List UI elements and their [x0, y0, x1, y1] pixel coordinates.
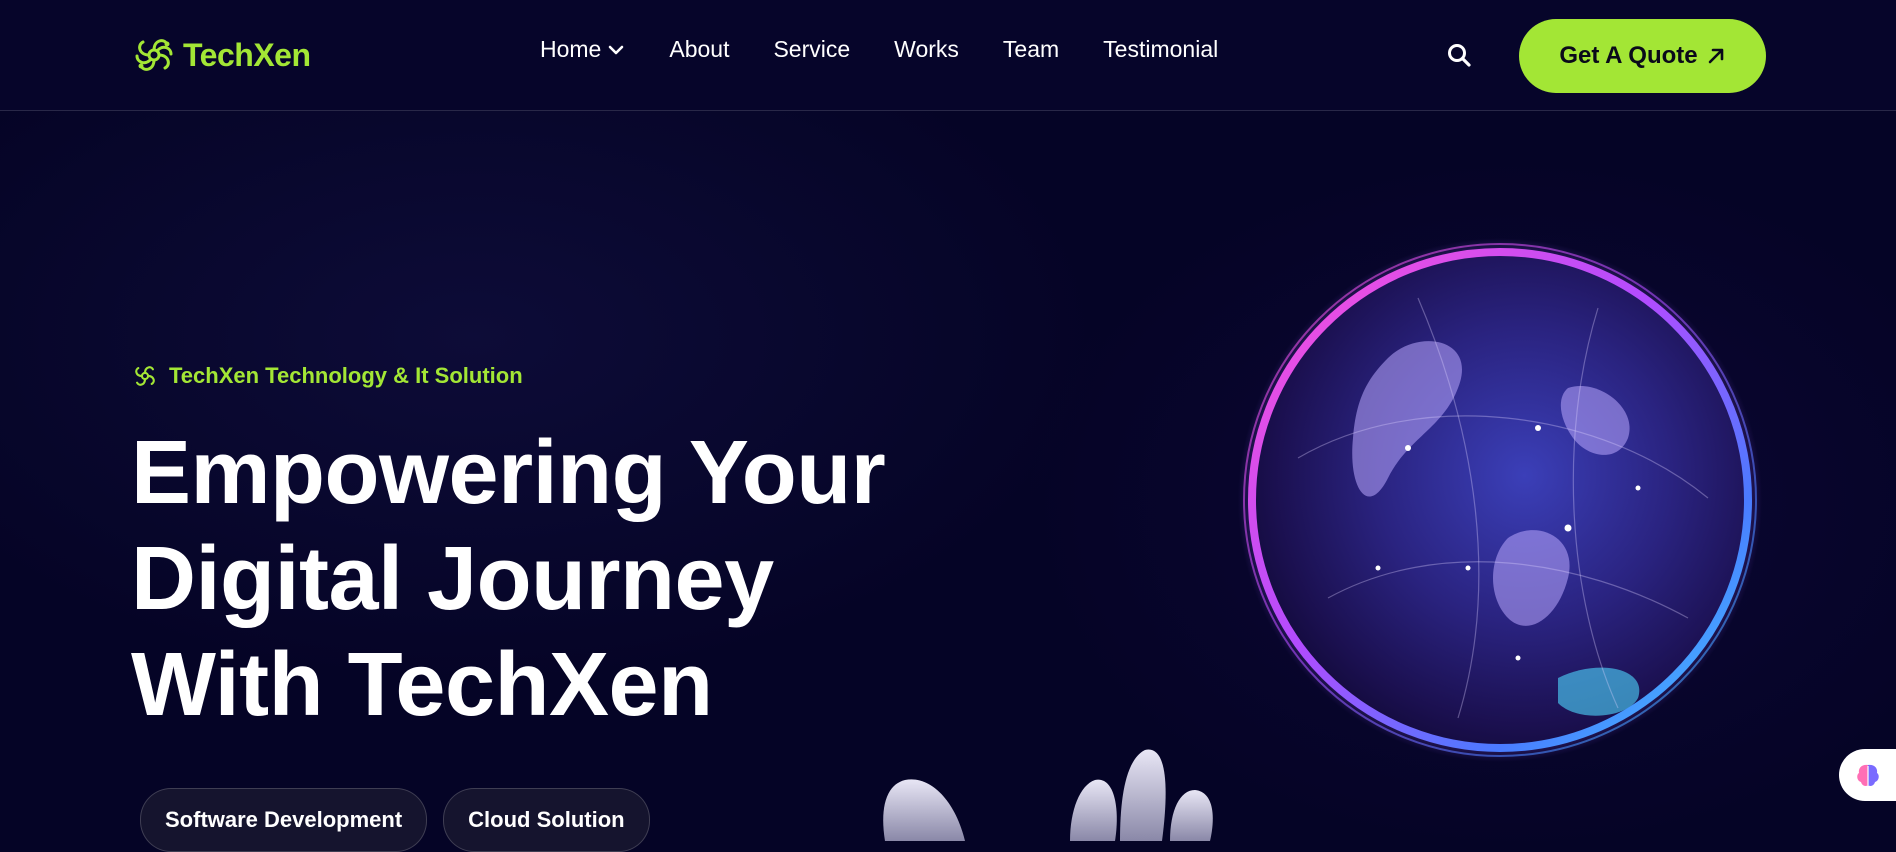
nav-item-testimonial[interactable]: Testimonial — [1103, 36, 1218, 63]
nav-item-team[interactable]: Team — [1003, 36, 1059, 63]
logo-text: TechXen — [183, 36, 311, 73]
chip-cloud-solution[interactable]: Cloud Solution — [443, 788, 650, 852]
hero-title-line: Empowering Your — [131, 423, 886, 523]
hero-tagline: TechXen Technology & It Solution — [131, 362, 523, 390]
hero-title-line: Digital Journey — [131, 529, 774, 629]
nav-item-label: Team — [1002, 36, 1060, 62]
arrow-up-right-icon — [1708, 48, 1723, 64]
chevron-down-icon — [609, 45, 624, 54]
nav-item-about[interactable]: About — [669, 36, 729, 63]
globe-image — [1238, 238, 1762, 762]
nav-item-service[interactable]: Service — [773, 36, 850, 63]
circuit-flower-icon — [135, 39, 173, 71]
site-header: TechXen Home About Service Works Team Te… — [0, 0, 1896, 111]
nav-item-label: Works — [894, 36, 959, 62]
service-chips: Software Development Cloud Solution — [140, 788, 650, 852]
get-a-quote-button[interactable]: Get A Quote — [1519, 19, 1766, 93]
nav-item-label: Service — [773, 36, 851, 62]
search-icon[interactable] — [1446, 42, 1472, 68]
nav-item-label: About — [669, 36, 730, 62]
hero-title: Empowering Your Digital Journey With Tec… — [131, 420, 991, 738]
nav-item-label: Testimonial — [1103, 36, 1219, 62]
brain-icon — [1857, 764, 1879, 786]
floating-widget[interactable] — [1839, 749, 1896, 801]
tagline-text: TechXen Technology & It Solution — [169, 363, 523, 388]
chip-software-development[interactable]: Software Development — [140, 788, 428, 852]
logo[interactable]: TechXen — [131, 30, 311, 80]
nav-item-works[interactable]: Works — [894, 36, 959, 63]
main-nav: Home About Service Works Team Testimonia… — [540, 36, 1218, 63]
circuit-flower-icon — [135, 366, 155, 386]
hero-title-line: With TechXen — [131, 635, 713, 735]
robot-hand-image — [883, 749, 1213, 841]
nav-item-label: Home — [540, 36, 602, 62]
quote-button-label: Get A Quote — [1559, 42, 1698, 69]
nav-item-home[interactable]: Home — [540, 36, 625, 63]
